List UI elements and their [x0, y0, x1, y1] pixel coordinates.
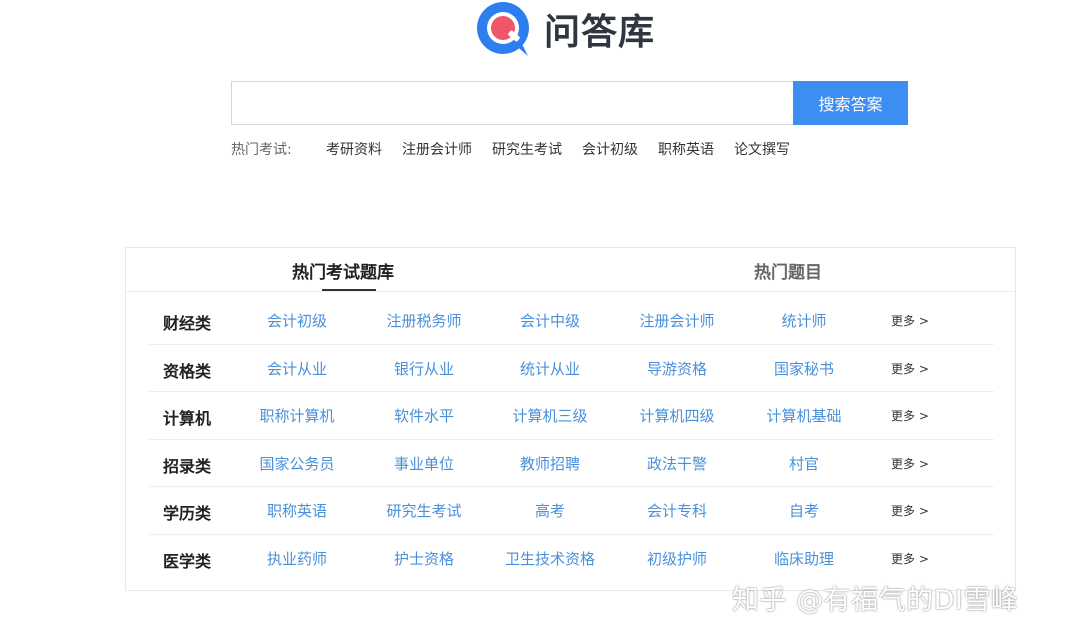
more-link[interactable]: 更多 >	[891, 312, 929, 329]
category-link[interactable]: 卫生技术资格	[505, 548, 595, 569]
category-link[interactable]: 职称英语	[267, 500, 327, 521]
search-answer-button[interactable]: 搜索答案	[793, 81, 908, 125]
logo-text: 问答库	[544, 12, 656, 53]
hot-exam-link[interactable]: 研究生考试	[492, 139, 562, 159]
panel-tabs: 热门考试题库 热门题目	[126, 248, 1015, 292]
category-link[interactable]: 临床助理	[774, 548, 834, 569]
category-row-medical: 医学类 执业药师 护士资格 卫生技术资格 初级护师 临床助理 更多 >	[149, 535, 994, 583]
category-link[interactable]: 会计初级	[267, 310, 327, 331]
category-title: 医学类	[163, 551, 212, 571]
category-link[interactable]: 职称计算机	[259, 405, 334, 426]
hot-exam-link[interactable]: 注册会计师	[402, 139, 472, 159]
category-link[interactable]: 村官	[789, 453, 819, 474]
hot-exams-line: 热门考试: 考研资料 注册会计师 研究生考试 会计初级 职称英语 论文撰写	[231, 138, 810, 160]
category-link[interactable]: 自考	[789, 500, 819, 521]
tab-hot-questions[interactable]: 热门题目	[754, 258, 822, 283]
category-link[interactable]: 计算机基础	[766, 405, 841, 426]
more-link[interactable]: 更多 >	[891, 455, 929, 472]
category-link[interactable]: 国家公务员	[259, 453, 334, 474]
category-link[interactable]: 国家秘书	[774, 358, 834, 379]
search-bar: 搜索答案	[231, 81, 908, 125]
category-link[interactable]: 高考	[535, 500, 565, 521]
more-link[interactable]: 更多 >	[891, 360, 929, 377]
category-link[interactable]: 会计中级	[520, 310, 580, 331]
hot-exam-link[interactable]: 职称英语	[658, 139, 714, 159]
category-link[interactable]: 计算机四级	[639, 405, 714, 426]
hot-exam-link[interactable]: 论文撰写	[734, 139, 790, 159]
category-row-recruitment: 招录类 国家公务员 事业单位 教师招聘 政法干警 村官 更多 >	[149, 440, 994, 487]
category-link[interactable]: 导游资格	[647, 358, 707, 379]
category-link[interactable]: 初级护师	[647, 548, 707, 569]
category-link[interactable]: 统计从业	[520, 358, 580, 379]
hot-exam-link[interactable]: 会计初级	[582, 139, 638, 159]
category-link[interactable]: 政法干警	[647, 453, 707, 474]
active-tab-underline	[322, 289, 376, 291]
category-link[interactable]: 研究生考试	[386, 500, 461, 521]
more-link[interactable]: 更多 >	[891, 407, 929, 424]
category-row-computer: 计算机 职称计算机 软件水平 计算机三级 计算机四级 计算机基础 更多 >	[149, 392, 994, 440]
page: 问答库 搜索答案 热门考试: 考研资料 注册会计师 研究生考试 会计初级 职称英…	[0, 0, 1080, 640]
site-logo[interactable]: 问答库	[474, 0, 655, 58]
category-link[interactable]: 注册会计师	[639, 310, 714, 331]
category-title: 财经类	[163, 314, 212, 333]
category-list: 财经类 会计初级 注册税务师 会计中级 注册会计师 统计师 更多 > 资格类 会…	[149, 297, 994, 582]
category-row-education: 学历类 职称英语 研究生考试 高考 会计专科 自考 更多 >	[149, 487, 994, 535]
tab-hot-exam-bank[interactable]: 热门考试题库	[292, 258, 394, 283]
category-link[interactable]: 会计从业	[267, 358, 327, 379]
hot-exams-label: 热门考试:	[231, 142, 292, 158]
category-title: 学历类	[163, 504, 212, 523]
exam-bank-panel: 热门考试题库 热门题目 财经类 会计初级 注册税务师 会计中级 注册会计师 统计…	[125, 247, 1016, 591]
hot-exam-link[interactable]: 考研资料	[326, 139, 382, 159]
category-link[interactable]: 会计专科	[647, 500, 707, 521]
category-row-qualification: 资格类 会计从业 银行从业 统计从业 导游资格 国家秘书 更多 >	[149, 345, 994, 392]
category-row-finance: 财经类 会计初级 注册税务师 会计中级 注册会计师 统计师 更多 >	[149, 297, 994, 345]
category-link[interactable]: 执业药师	[267, 548, 327, 569]
category-link[interactable]: 计算机三级	[512, 405, 587, 426]
category-link[interactable]: 教师招聘	[520, 453, 580, 474]
category-link[interactable]: 注册税务师	[386, 310, 461, 331]
category-link[interactable]: 护士资格	[394, 548, 454, 569]
logo-q-icon	[477, 2, 529, 56]
zhihu-watermark: 知乎 @有福气的DI雪峰	[732, 585, 1019, 616]
category-link[interactable]: 统计师	[781, 310, 826, 331]
category-link[interactable]: 银行从业	[394, 358, 454, 379]
category-title: 招录类	[163, 456, 212, 476]
category-title: 资格类	[163, 361, 212, 381]
search-input[interactable]	[231, 81, 793, 125]
category-link[interactable]: 软件水平	[394, 405, 454, 426]
more-link[interactable]: 更多 >	[891, 550, 929, 567]
category-title: 计算机	[163, 409, 212, 428]
more-link[interactable]: 更多 >	[891, 502, 929, 519]
category-link[interactable]: 事业单位	[394, 453, 454, 474]
